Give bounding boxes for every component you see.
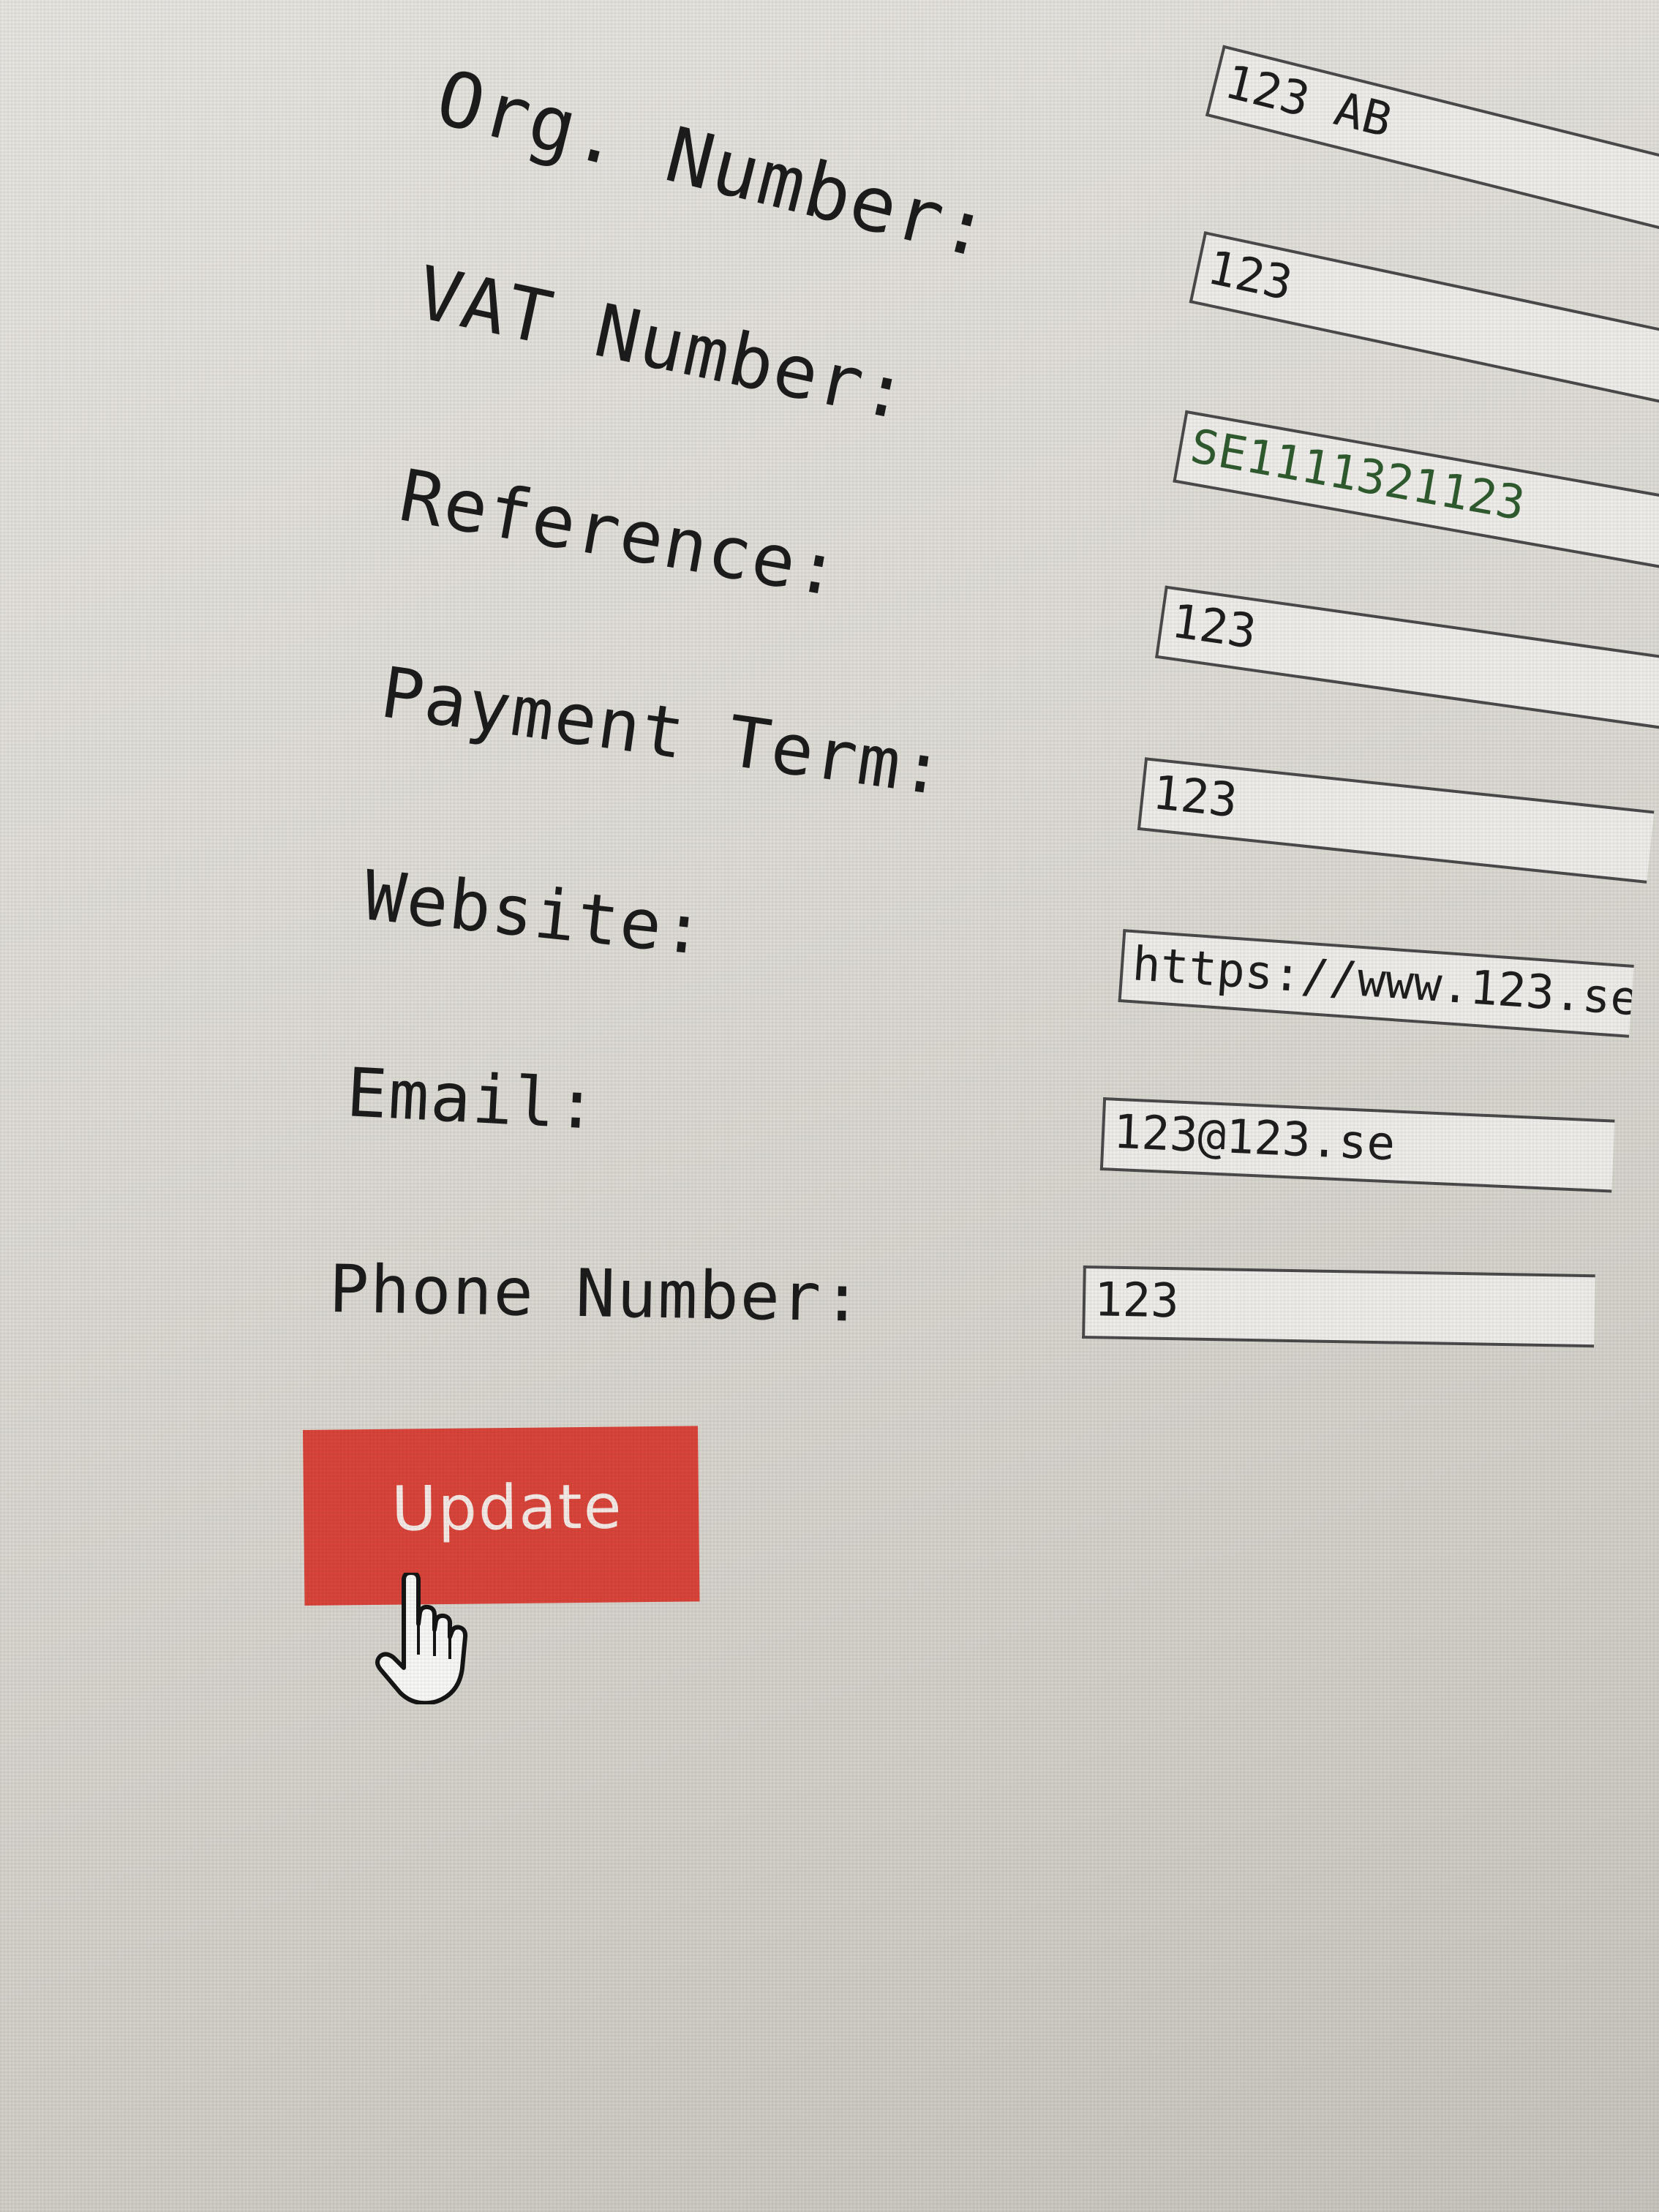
payment-term-label: Payment Term: <box>376 651 951 812</box>
reference-value: SE1111321123 <box>1186 419 1530 532</box>
phone-number-value: 123@123.se <box>1112 1105 1396 1172</box>
org-number-value: 123 AB <box>1219 55 1397 148</box>
hand-pointer-icon <box>375 1573 468 1704</box>
vat-number-value: 123 <box>1203 241 1298 312</box>
extra-value: 123 <box>1094 1273 1180 1329</box>
email-value: https://www.123.se <box>1130 937 1634 1027</box>
phone-number-label: Phone Number: <box>328 1251 865 1337</box>
payment-term-input[interactable]: 123 <box>1155 585 1659 729</box>
vat-number-label: VAT Number: <box>409 249 917 437</box>
extra-input[interactable]: 123 <box>1082 1265 1595 1348</box>
reference-input[interactable]: SE1111321123 <box>1173 410 1659 571</box>
website-value: 123 <box>1150 765 1241 829</box>
company-form: Org. Number: VAT Number: Reference: Paym… <box>0 0 1659 2212</box>
email-input[interactable]: https://www.123.se <box>1118 929 1634 1038</box>
update-button-label: Update <box>391 1470 623 1545</box>
org-number-input[interactable]: 123 AB <box>1205 45 1659 240</box>
email-label: Email: <box>345 1053 601 1145</box>
reference-label: Reference: <box>394 454 848 614</box>
update-button[interactable]: Update <box>303 1426 700 1606</box>
screen: Org. Number: VAT Number: Reference: Paym… <box>0 0 1659 2212</box>
website-label: Website: <box>360 856 710 971</box>
website-input[interactable]: 123 <box>1137 757 1655 884</box>
org-number-label: Org. Number: <box>428 52 1001 276</box>
phone-number-input[interactable]: 123@123.se <box>1099 1097 1615 1193</box>
payment-term-value: 123 <box>1168 594 1260 660</box>
vat-number-input[interactable]: 123 <box>1189 231 1659 410</box>
